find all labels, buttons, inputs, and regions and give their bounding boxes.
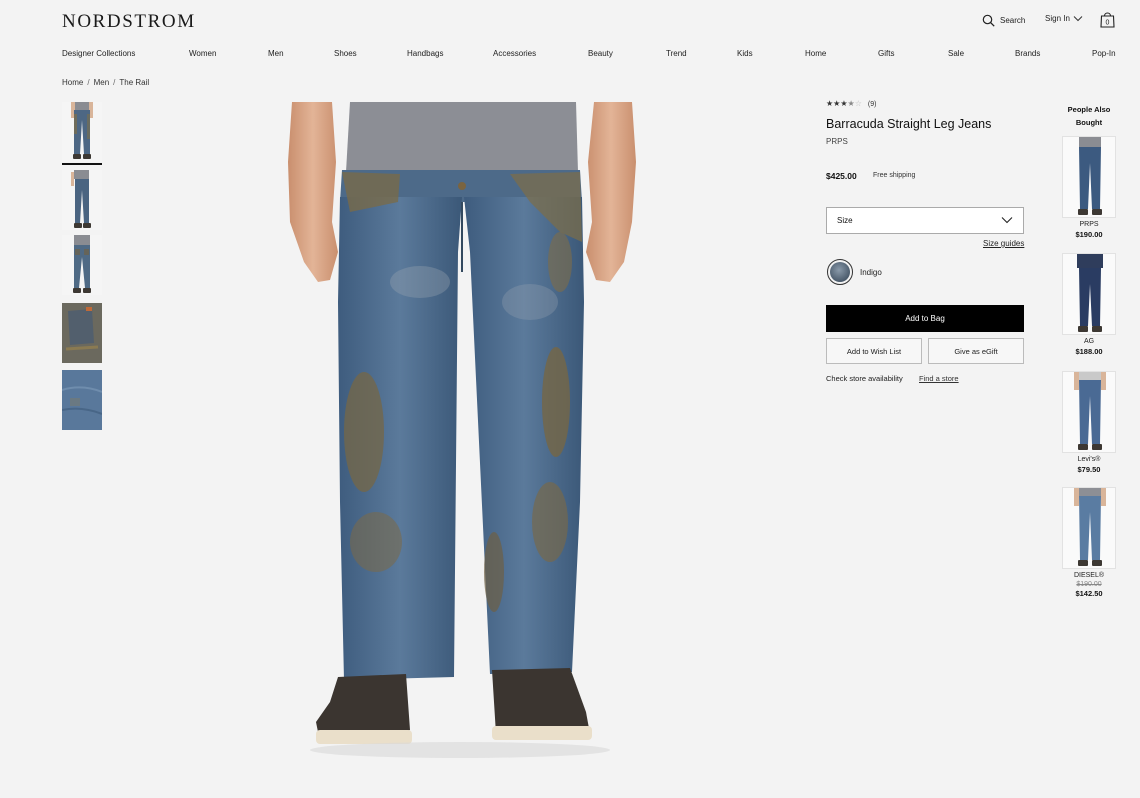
shopping-bag-button[interactable]: 0 [1099, 11, 1116, 28]
product-main-image[interactable] [280, 102, 650, 762]
chevron-down-icon [1001, 217, 1013, 224]
nav-item-designer-collections[interactable]: Designer Collections [62, 49, 135, 58]
nav-item-kids[interactable]: Kids [737, 49, 753, 58]
recommendation-item[interactable]: Levi's® $79.50 [1062, 371, 1116, 474]
recommendation-item[interactable]: DIESEL® $190.00 $142.50 [1062, 487, 1116, 598]
recommendation-price: $190.00 [1075, 230, 1103, 239]
recommendation-brand: Levi's® [1077, 456, 1101, 463]
product-brand[interactable]: PRPS [826, 137, 848, 146]
thumbnail-back[interactable] [62, 235, 102, 295]
thumbnail-image [62, 170, 102, 230]
shopping-bag-icon: 0 [1100, 12, 1115, 28]
thumbnail-image [62, 102, 102, 162]
nordstrom-logo[interactable]: NORDSTROM [62, 11, 196, 33]
give-egift-button[interactable]: Give as eGift [928, 338, 1024, 364]
search-label: Search [1000, 16, 1026, 25]
star-filled-icon: ★ [840, 99, 848, 108]
product-page: NORDSTROM Search Sign In 0 Designer Coll… [0, 0, 1140, 798]
review-count[interactable]: (9) [868, 101, 877, 108]
breadcrumb-separator: / [87, 78, 90, 87]
nav-item-gifts[interactable]: Gifts [878, 49, 894, 58]
size-guides-link[interactable]: Size guides [983, 239, 1024, 248]
people-also-bought-title: People Also Bought [1067, 105, 1111, 127]
nav-item-shoes[interactable]: Shoes [334, 49, 357, 58]
thumbnail-selected-indicator [62, 163, 102, 165]
search-button[interactable]: Search [982, 14, 1025, 27]
nav-item-men[interactable]: Men [268, 49, 284, 58]
product-price: $425.00 [826, 171, 857, 181]
nav-item-brands[interactable]: Brands [1015, 49, 1040, 58]
recommendation-price: $188.00 [1075, 347, 1103, 356]
swatch-fill [830, 262, 850, 282]
star-empty-icon: ☆ [854, 99, 862, 108]
thumbnail-image [62, 235, 102, 295]
thumbnail-front[interactable] [62, 102, 102, 162]
recommendation-brand: DIESEL® [1073, 572, 1105, 579]
store-availability-label: Check store availability [826, 374, 903, 383]
find-store-link[interactable]: Find a store [919, 374, 959, 383]
recommendation-image [1062, 487, 1116, 569]
nav-item-women[interactable]: Women [189, 49, 216, 58]
breadcrumb-home[interactable]: Home [62, 78, 83, 87]
search-icon [982, 14, 995, 27]
nav-item-trend[interactable]: Trend [666, 49, 687, 58]
thumbnail-side[interactable] [62, 170, 102, 230]
breadcrumb-men[interactable]: Men [94, 78, 110, 87]
breadcrumb-the-rail[interactable]: The Rail [119, 78, 149, 87]
add-to-bag-button[interactable]: Add to Bag [826, 305, 1024, 332]
add-to-wishlist-button[interactable]: Add to Wish List [826, 338, 922, 364]
nav-item-pop-in[interactable]: Pop-In [1092, 49, 1116, 58]
sign-in-button[interactable]: Sign In [1045, 14, 1083, 23]
recommendation-price: $79.50 [1077, 465, 1101, 474]
chevron-down-icon [1073, 16, 1083, 22]
breadcrumb: Home / Men / The Rail [62, 78, 149, 87]
recommendation-price: $142.50 [1075, 589, 1103, 598]
size-dropdown-label: Size [837, 216, 853, 225]
thumbnail-image [62, 303, 102, 363]
recommendation-brand: PRPS [1079, 221, 1099, 228]
nav-item-handbags[interactable]: Handbags [407, 49, 443, 58]
nav-item-beauty[interactable]: Beauty [588, 49, 613, 58]
recommendation-image [1062, 136, 1116, 218]
product-title: Barracuda Straight Leg Jeans [826, 117, 992, 131]
thumbnail-image [62, 370, 102, 430]
recommendation-brand: AG [1083, 338, 1095, 345]
product-rating[interactable]: ★ ★ ★ ★ ☆ (9) [826, 100, 876, 108]
recommendation-item[interactable]: AG $188.00 [1062, 253, 1116, 356]
sign-in-label: Sign In [1045, 14, 1070, 23]
thumbnail-detail-pocket[interactable] [62, 303, 102, 363]
shipping-info: Free shipping [873, 172, 916, 179]
recommendation-item[interactable]: PRPS $190.00 [1062, 136, 1116, 239]
size-dropdown[interactable]: Size [826, 207, 1024, 234]
product-image [288, 102, 636, 758]
recommendation-image [1062, 371, 1116, 453]
nav-item-accessories[interactable]: Accessories [493, 49, 536, 58]
color-name: Indigo [860, 268, 882, 277]
nav-item-sale[interactable]: Sale [948, 49, 964, 58]
recommendation-original-price: $190.00 [1076, 581, 1102, 588]
star-filled-icon: ★ [833, 99, 841, 108]
thumbnail-detail-fabric[interactable] [62, 370, 102, 430]
bag-count: 0 [1106, 20, 1110, 27]
recommendation-image [1062, 253, 1116, 335]
breadcrumb-separator: / [113, 78, 116, 87]
main-nav: Designer Collections Women Men Shoes Han… [62, 49, 1118, 61]
star-filled-icon: ★ [826, 99, 834, 108]
nav-item-home[interactable]: Home [805, 49, 826, 58]
color-swatch-indigo[interactable] [827, 259, 853, 285]
star-half-icon: ★ [847, 99, 855, 108]
